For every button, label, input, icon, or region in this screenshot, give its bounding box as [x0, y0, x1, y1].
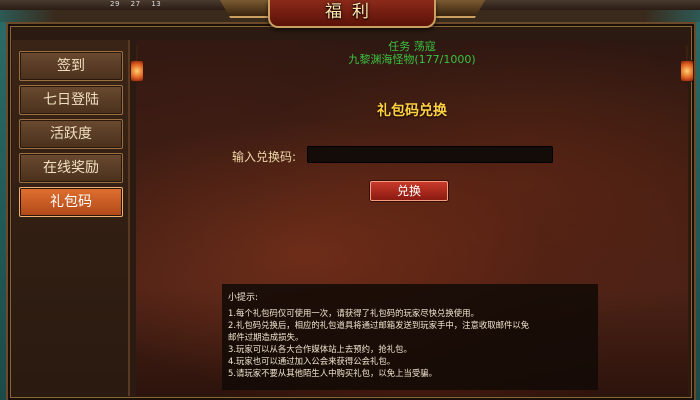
sidebar-item-activity[interactable]: 活跃度 — [19, 119, 123, 149]
gift-code-input[interactable] — [307, 146, 553, 163]
sidebar-item-online-reward[interactable]: 在线奖励 — [19, 153, 123, 183]
redeem-button[interactable]: 兑换 — [370, 181, 448, 201]
sidebar-item-sign-in[interactable]: 签到 — [19, 51, 123, 81]
tip-line: 邮件过期造成损失。 — [228, 332, 304, 342]
sidebar-item-gift-code[interactable]: 礼包码 — [19, 187, 123, 217]
window-title-plate: 福利 — [268, 0, 436, 28]
sidebar-item-seven-day-login[interactable]: 七日登陆 — [19, 85, 123, 115]
tip-line: 5.请玩家不要从其他陌生人中购买礼包，以免上当受骗。 — [228, 368, 437, 378]
tip-line: 4.玩家也可以通过加入公会来获得公会礼包。 — [228, 356, 396, 366]
tips-title: 小提示: — [228, 293, 259, 303]
hud-value: 27 — [130, 0, 141, 8]
gift-code-heading: 礼包码兑换 — [377, 103, 447, 119]
tip-line: 1.每个礼包码仅可使用一次，请获得了礼包码的玩家尽快兑换使用。 — [228, 308, 479, 318]
window-title: 福利 — [325, 2, 379, 22]
tips-box: 小提示: 1.每个礼包码仅可使用一次，请获得了礼包码的玩家尽快兑换使用。 2.礼… — [222, 284, 598, 390]
hud-value: 13 — [151, 0, 162, 8]
task-progress[interactable]: 九黎渊海怪物(177/1000) — [136, 51, 688, 67]
tip-line: 2.礼包码兑换后，相应的礼包道具将通过邮箱发送到玩家手中，注意收取邮件以免 — [228, 320, 530, 330]
hud-readout: 29 27 13 — [110, 0, 169, 8]
tip-line: 3.玩家可以从各大合作媒体站上去预约，抢礼包。 — [228, 344, 412, 354]
code-input-label: 输入兑换码: — [232, 150, 297, 164]
welfare-sidebar: 签到 七日登陆 活跃度 在线奖励 礼包码 — [12, 40, 130, 396]
hud-value: 29 — [110, 0, 120, 8]
